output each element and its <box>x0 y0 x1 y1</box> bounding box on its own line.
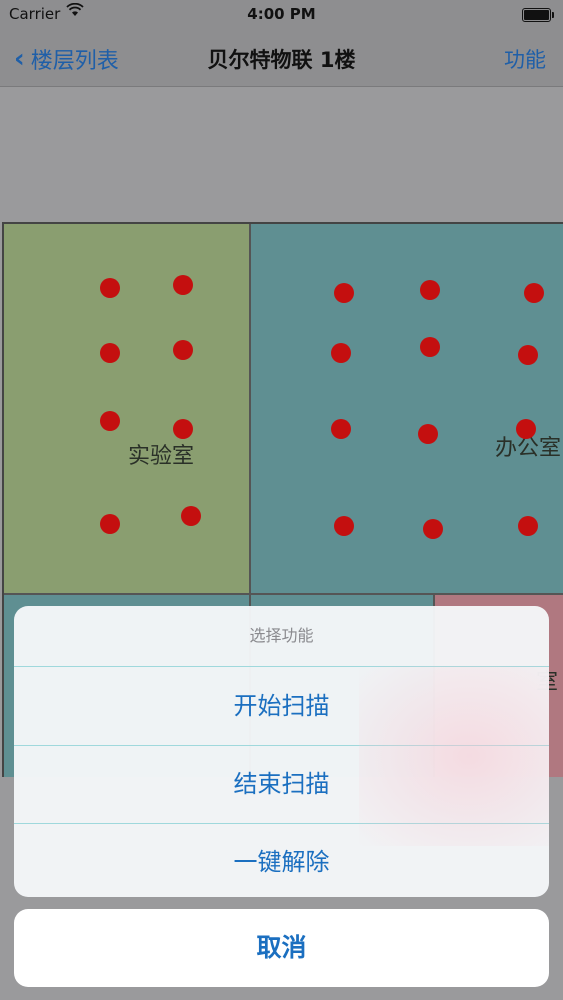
status-time: 4:00 PM <box>247 5 316 23</box>
action-sheet: 选择功能 开始扫描 结束扫描 一键解除 <box>14 606 549 897</box>
sensor-dot[interactable] <box>420 280 440 300</box>
sensor-dot[interactable] <box>420 337 440 357</box>
sensor-dot[interactable] <box>516 419 536 439</box>
stop-scan-button[interactable]: 结束扫描 <box>14 745 549 824</box>
sensor-dot[interactable] <box>518 516 538 536</box>
room-lab-label: 实验室 <box>128 444 195 469</box>
sensor-dot[interactable] <box>100 514 120 534</box>
sensor-dot[interactable] <box>173 419 193 439</box>
page-title: 贝尔特物联 1楼 <box>207 48 356 72</box>
sensor-dot[interactable] <box>100 343 120 363</box>
cancel-button[interactable]: 取消 <box>14 909 549 987</box>
room-office[interactable] <box>251 224 563 593</box>
sensor-dot[interactable] <box>331 343 351 363</box>
room-lab[interactable] <box>4 224 251 593</box>
sensor-dot[interactable] <box>423 519 443 539</box>
navigation-bar: ‹ 楼层列表 贝尔特物联 1楼 功能 <box>0 30 563 87</box>
battery-icon <box>522 8 554 22</box>
action-sheet-title: 选择功能 <box>14 606 549 667</box>
status-bar: Carrier 4:00 PM <box>0 0 563 30</box>
sensor-dot[interactable] <box>518 345 538 365</box>
sensor-dot[interactable] <box>418 424 438 444</box>
sensor-dot[interactable] <box>181 506 201 526</box>
sensor-dot[interactable] <box>524 283 544 303</box>
sensor-dot[interactable] <box>173 275 193 295</box>
sensor-dot[interactable] <box>334 516 354 536</box>
start-scan-button[interactable]: 开始扫描 <box>14 667 549 746</box>
sensor-dot[interactable] <box>173 340 193 360</box>
sensor-dot[interactable] <box>334 283 354 303</box>
sensor-dot[interactable] <box>100 278 120 298</box>
sensor-dot[interactable] <box>100 411 120 431</box>
function-button[interactable]: 功能 <box>504 44 546 74</box>
sensor-dot[interactable] <box>331 419 351 439</box>
clear-all-button[interactable]: 一键解除 <box>14 823 549 897</box>
